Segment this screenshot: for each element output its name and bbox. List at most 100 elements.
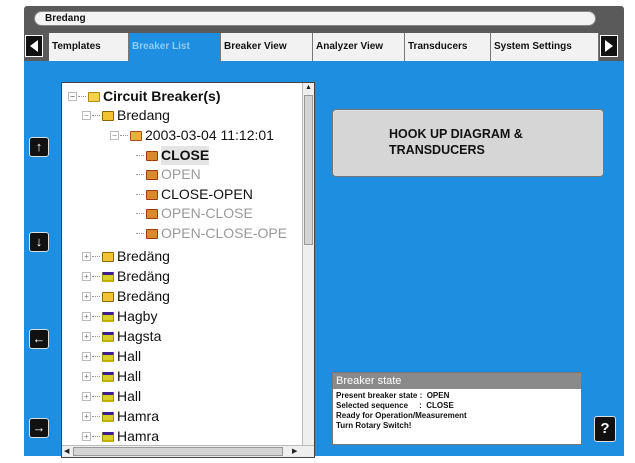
tree-horizontal-scrollbar[interactable]: ◀ ▶ [62,445,314,457]
tree-label: Bredang [117,107,170,123]
scroll-thumb[interactable] [73,447,283,456]
tree-item[interactable]: + Hall [82,347,141,366]
expand-icon[interactable]: + [82,312,91,321]
expand-icon[interactable]: + [82,352,91,361]
tree-label: Hagby [117,308,158,324]
tree-item[interactable]: + Hagby [82,307,157,326]
breaker-icon [102,331,114,342]
scroll-up-icon[interactable]: ▲ [305,84,312,91]
scroll-thumb[interactable] [304,95,313,245]
tab-breaker-list[interactable]: Breaker List [129,33,221,61]
tree-root[interactable]: − Circuit Breaker(s) [68,87,221,106]
tree-label: Bredäng [117,248,170,264]
tree-item[interactable]: + Hamra [82,427,159,446]
tree-item[interactable]: + Hagsta [82,327,161,346]
tree-item[interactable]: OPEN-CLOSE-OPE [136,224,287,243]
ready-status-text: Ready for Operation/Measurement [336,411,467,420]
present-state-text: Present breaker state : OPEN [336,391,450,400]
help-button[interactable]: ? [594,416,616,442]
right-button[interactable]: → [29,418,49,438]
breaker-icon [102,371,114,382]
expand-icon[interactable]: + [82,372,91,381]
sequence-icon [146,189,158,200]
tree-item[interactable]: OPEN [136,165,201,184]
breaker-icon [102,391,114,402]
tree-item[interactable]: + Bredäng [82,287,170,306]
tree-item[interactable]: OPEN-CLOSE [136,204,253,223]
tree-label: Bredäng [117,288,170,304]
sequence-icon [146,150,158,161]
tree-label: CLOSE-OPEN [161,186,253,202]
breaker-icon [102,351,114,362]
tree-label: Circuit Breaker(s) [103,88,221,104]
breaker-icon [102,431,114,442]
expand-icon[interactable]: + [82,412,91,421]
tab-templates[interactable]: Templates [49,33,129,61]
instruction-text: Turn Rotary Switch! [336,421,412,430]
test-icon [130,130,142,141]
tree-vertical-scrollbar[interactable]: ▲ [302,83,314,446]
tree-label: Hamra [117,408,160,424]
collapse-icon[interactable]: − [68,92,77,101]
expand-icon[interactable]: + [82,272,91,281]
tree-label: OPEN [161,166,201,182]
breaker-tree[interactable]: − Circuit Breaker(s) − Bredang − 2003-03… [61,82,315,458]
breaker-state-panel: Breaker state Present breaker state : OP… [332,372,582,445]
up-button[interactable]: ↑ [29,137,49,157]
down-button[interactable]: ↓ [29,232,49,252]
collapse-icon[interactable]: − [82,111,91,120]
tree-label: CLOSE [161,146,210,165]
tree-label: Hall [117,348,142,364]
expand-icon[interactable]: + [82,432,91,441]
tree-label: OPEN-CLOSE-OPE [161,225,288,241]
hookup-diagram-button[interactable]: HOOK UP DIAGRAM & TRANSDUCERS [332,109,604,177]
tree-list: − Circuit Breaker(s) − Bredang − 2003-03… [62,83,302,446]
tree-item[interactable]: + Hall [82,387,141,406]
breaker-icon [102,251,114,262]
breaker-state-title: Breaker state [333,373,581,389]
tree-label: 2003-03-04 11:12:01 [145,127,274,143]
tab-breaker-view[interactable]: Breaker View [221,33,313,61]
tabs-next-button[interactable] [600,35,618,57]
arrow-right-icon [605,40,613,52]
scroll-right-icon[interactable]: ▶ [292,447,297,455]
tree-item[interactable]: CLOSE [136,146,210,165]
tree-label: Hall [117,368,142,384]
window-title: Bredang [34,11,596,26]
expand-icon[interactable]: + [82,292,91,301]
scroll-left-icon[interactable]: ◀ [64,447,69,455]
tab-transducers[interactable]: Transducers [405,33,491,61]
breaker-icon [102,311,114,322]
breaker-icon [102,291,114,302]
tree-item[interactable]: + Bredäng [82,247,170,266]
collapse-icon[interactable]: − [110,131,119,140]
arrow-left-icon [30,40,38,52]
tree-item[interactable]: + Hall [82,367,141,386]
sequence-icon [146,228,158,239]
sequence-icon [146,169,158,180]
expand-icon[interactable]: + [82,252,91,261]
tree-label: Hamra [117,428,160,444]
folder-icon [88,91,100,102]
tree-item[interactable]: + Hamra [82,407,159,426]
tree-item[interactable]: − Bredang [82,106,170,125]
tree-label: Hall [117,388,142,404]
left-button[interactable]: ← [29,329,49,349]
breaker-icon [102,411,114,422]
tree-item[interactable]: CLOSE-OPEN [136,185,253,204]
expand-icon[interactable]: + [82,332,91,341]
breaker-icon [102,271,114,282]
tab-analyzer-view[interactable]: Analyzer View [313,33,405,61]
tab-system-settings[interactable]: System Settings [491,33,599,61]
tabs-prev-button[interactable] [25,35,43,57]
tree-item[interactable]: − 2003-03-04 11:12:01 [110,126,274,145]
tree-label: Bredäng [117,268,170,284]
selected-sequence-text: Selected sequence : CLOSE [336,401,454,410]
tree-label: Hagsta [117,328,162,344]
expand-icon[interactable]: + [82,392,91,401]
tab-bar: Templates Breaker List Breaker View Anal… [49,33,599,61]
tree-label: OPEN-CLOSE [161,205,253,221]
tree-item[interactable]: + Bredäng [82,267,170,286]
hookup-diagram-label: HOOK UP DIAGRAM & TRANSDUCERS [389,127,523,157]
breaker-icon [102,110,114,121]
